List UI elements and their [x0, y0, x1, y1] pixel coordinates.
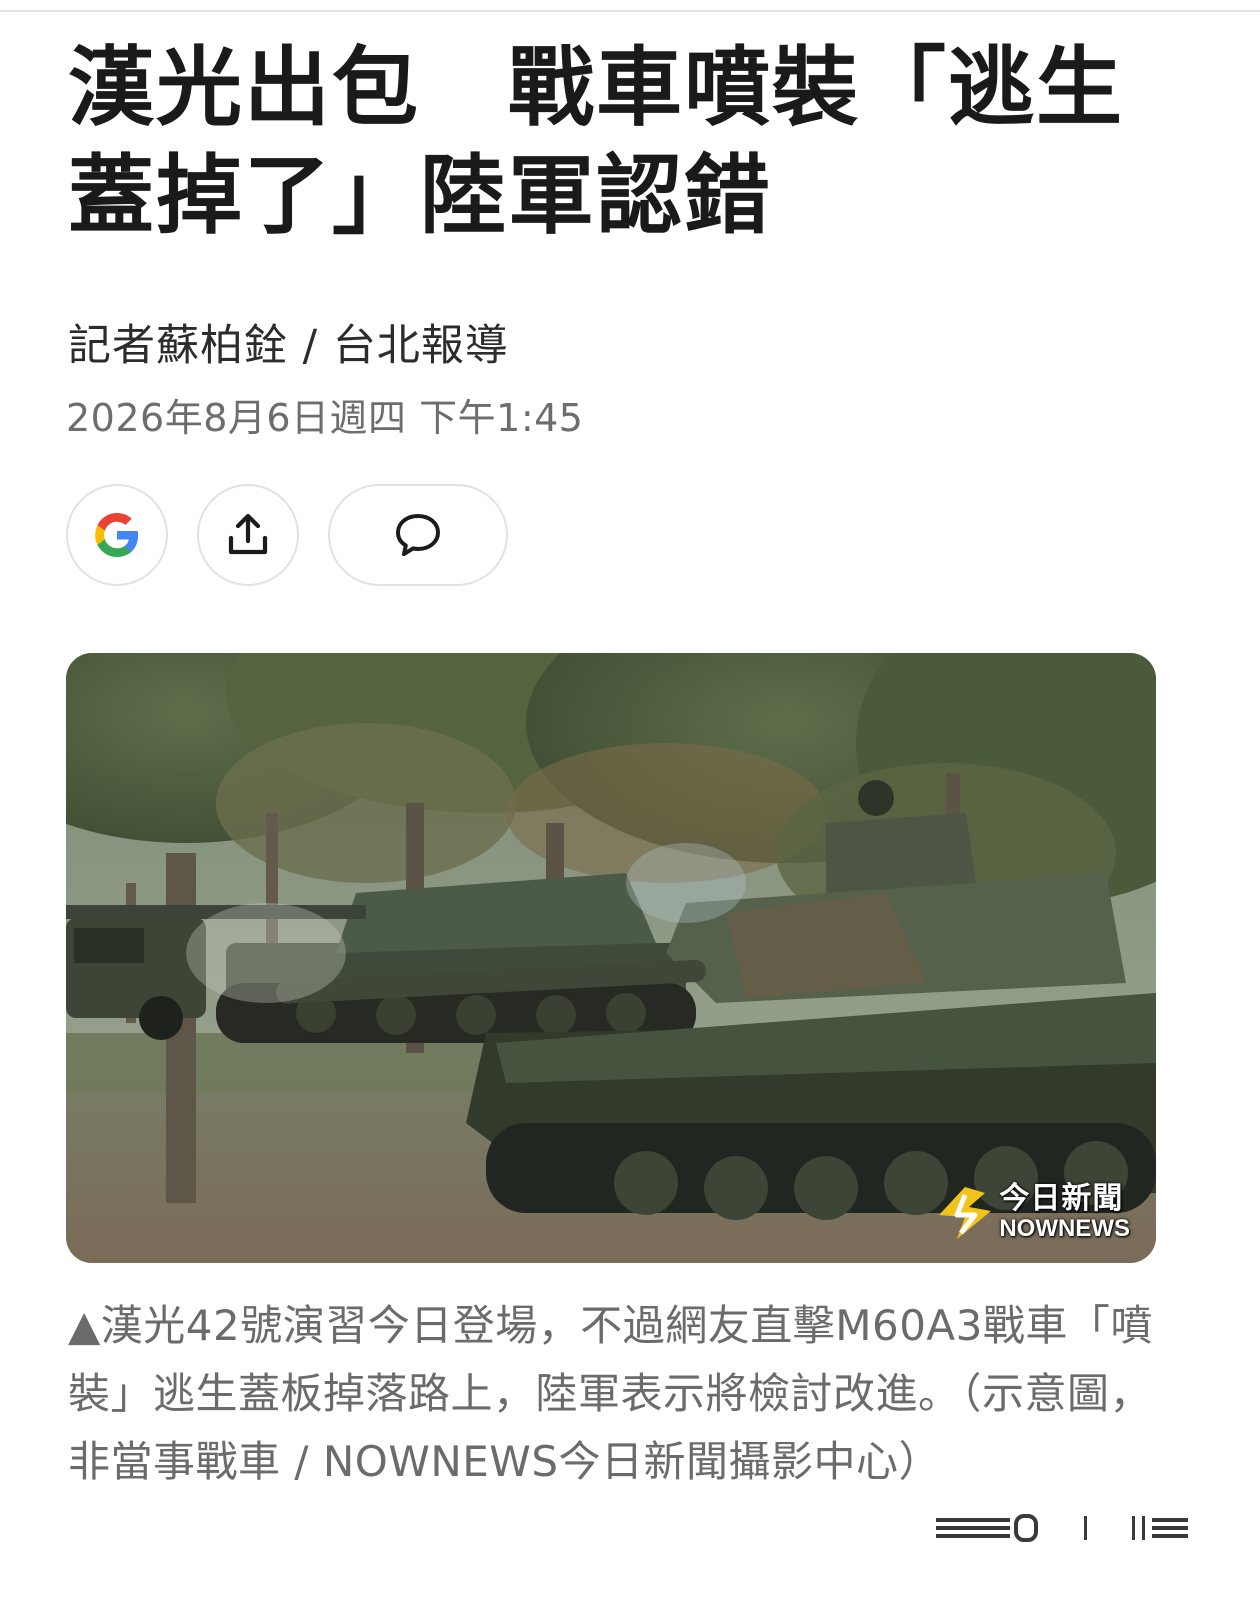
nownews-watermark: 今日新聞 NOWNEWS — [935, 1184, 1130, 1241]
share-upload-icon — [228, 513, 268, 555]
watermark-english: NOWNEWS — [999, 1215, 1130, 1242]
google-button[interactable] — [66, 484, 168, 586]
article-headline: 漢光出包 戰車噴裝「逃生蓋掉了」陸軍認錯 — [68, 38, 1124, 246]
share-button[interactable] — [197, 484, 299, 586]
article-photo: 今日新聞 NOWNEWS — [66, 653, 1156, 1263]
comment-button[interactable] — [328, 484, 508, 586]
comment-bubble-icon — [396, 514, 440, 556]
google-g-icon — [95, 513, 139, 557]
photo-caption: ▲漢光42號演習今日登場，不過網友直擊M60A3戰車「噴裝」逃生蓋板掉落路上，陸… — [68, 1301, 1153, 1486]
article-byline: 記者蘇柏銓 / 台北報導 — [68, 321, 509, 371]
article-date: 2026年8月6日週四 下午1:45 — [66, 396, 584, 440]
tank-photo-illustration — [66, 653, 1156, 1263]
scroll-indicator-icon — [936, 1514, 1188, 1542]
watermark-chinese: 今日新聞 — [999, 1181, 1124, 1216]
nownews-logo-icon — [939, 1186, 992, 1239]
top-divider — [0, 10, 1260, 12]
